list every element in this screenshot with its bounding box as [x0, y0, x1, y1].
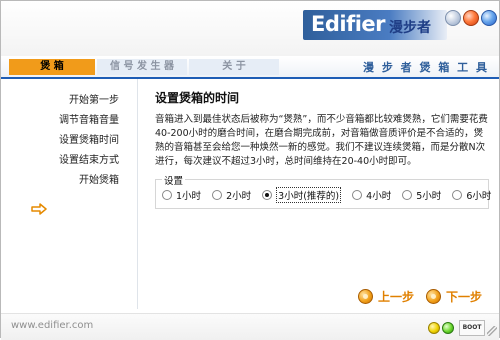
duration-options: 1小时 2小时 3小时(推荐的) 4小时 5小时 6小时	[162, 187, 499, 203]
edifier-logo: Edifier 漫步者	[303, 10, 447, 40]
next-step-button[interactable]: 下一步	[426, 287, 482, 305]
resize-grip-icon[interactable]	[487, 326, 497, 336]
page-title: 设置煲箱的时间	[155, 91, 240, 105]
option-2h[interactable]: 2小时	[212, 188, 251, 202]
radio-4h[interactable]	[352, 190, 363, 200]
sidebar-item-start-first-step[interactable]: 开始第一步	[69, 91, 119, 106]
minimize-button[interactable]	[445, 10, 461, 26]
sidebar: 开始第一步 调节音箱音量 设置煲箱时间 设置结束方式 开始煲箱	[1, 79, 138, 309]
boot-logo: BOOT	[459, 320, 485, 336]
brand-name: Edifier	[311, 12, 386, 36]
status-bar: www.edifier.com BOOT	[1, 313, 499, 340]
radio-2h[interactable]	[212, 190, 223, 200]
next-step-label: 下一步	[446, 289, 483, 304]
app-window: Edifier 漫步者 煲 箱 信 号 发 生 器 关 于 漫 步 者 煲 箱 …	[0, 0, 500, 340]
prev-step-label: 上一步	[378, 289, 415, 304]
orange-circle-icon	[358, 288, 373, 304]
option-6h[interactable]: 6小时	[452, 188, 491, 202]
sidebar-item-set-time[interactable]: 设置煲箱时间	[59, 131, 119, 146]
tab-about[interactable]: 关 于	[189, 59, 279, 75]
yellow-status-icon	[428, 322, 440, 334]
main-content: 设置煲箱的时间 音箱进入到最佳状态后被称为“煲熟”，而不少音箱都比较难煲熟，它们…	[137, 79, 500, 309]
orange-circle-icon	[426, 288, 441, 304]
radio-5h[interactable]	[402, 190, 413, 200]
settings-group: 设置 1小时 2小时 3小时(推荐的) 4小时 5小时 6小时	[155, 173, 491, 209]
tools-title: 漫 步 者 煲 箱 工 具	[363, 61, 489, 74]
help-button[interactable]	[481, 10, 497, 26]
tab-speaker[interactable]: 煲 箱	[9, 59, 95, 75]
sidebar-item-start-burn-in[interactable]: 开始煲箱	[79, 171, 119, 186]
tab-bar: 煲 箱 信 号 发 生 器 关 于 漫 步 者 煲 箱 工 具	[1, 57, 499, 79]
option-label: 2小时	[226, 191, 252, 202]
option-1h[interactable]: 1小时	[162, 188, 201, 202]
radio-6h[interactable]	[452, 190, 463, 200]
option-label: 5小时	[416, 191, 442, 202]
green-status-icon	[442, 322, 454, 334]
tab-signal-generator[interactable]: 信 号 发 生 器	[97, 59, 187, 75]
prev-step-button[interactable]: 上一步	[358, 287, 414, 305]
option-label: 1小时	[176, 191, 202, 202]
radio-1h[interactable]	[162, 190, 172, 200]
option-label: 4小时	[366, 191, 392, 202]
website-link[interactable]: www.edifier.com	[11, 320, 93, 331]
current-step-arrow-icon	[31, 203, 47, 215]
option-label: 6小时	[466, 191, 492, 202]
title-bar: Edifier 漫步者	[1, 1, 499, 56]
option-5h[interactable]: 5小时	[402, 188, 441, 202]
option-4h[interactable]: 4小时	[352, 188, 391, 202]
description-text: 音箱进入到最佳状态后被称为“煲熟”，而不少音箱都比较难煲熟，它们需要花费40-2…	[155, 114, 488, 167]
brand-name-cn: 漫步者	[389, 20, 431, 36]
radio-3h[interactable]	[262, 190, 273, 200]
sidebar-item-adjust-volume[interactable]: 调节音箱音量	[59, 111, 119, 126]
close-button[interactable]	[463, 10, 479, 26]
sidebar-item-set-end-mode[interactable]: 设置结束方式	[59, 151, 119, 166]
option-3h[interactable]: 3小时(推荐的)	[262, 187, 342, 203]
option-label: 3小时(推荐的)	[276, 187, 342, 203]
settings-label: 设置	[162, 173, 186, 187]
